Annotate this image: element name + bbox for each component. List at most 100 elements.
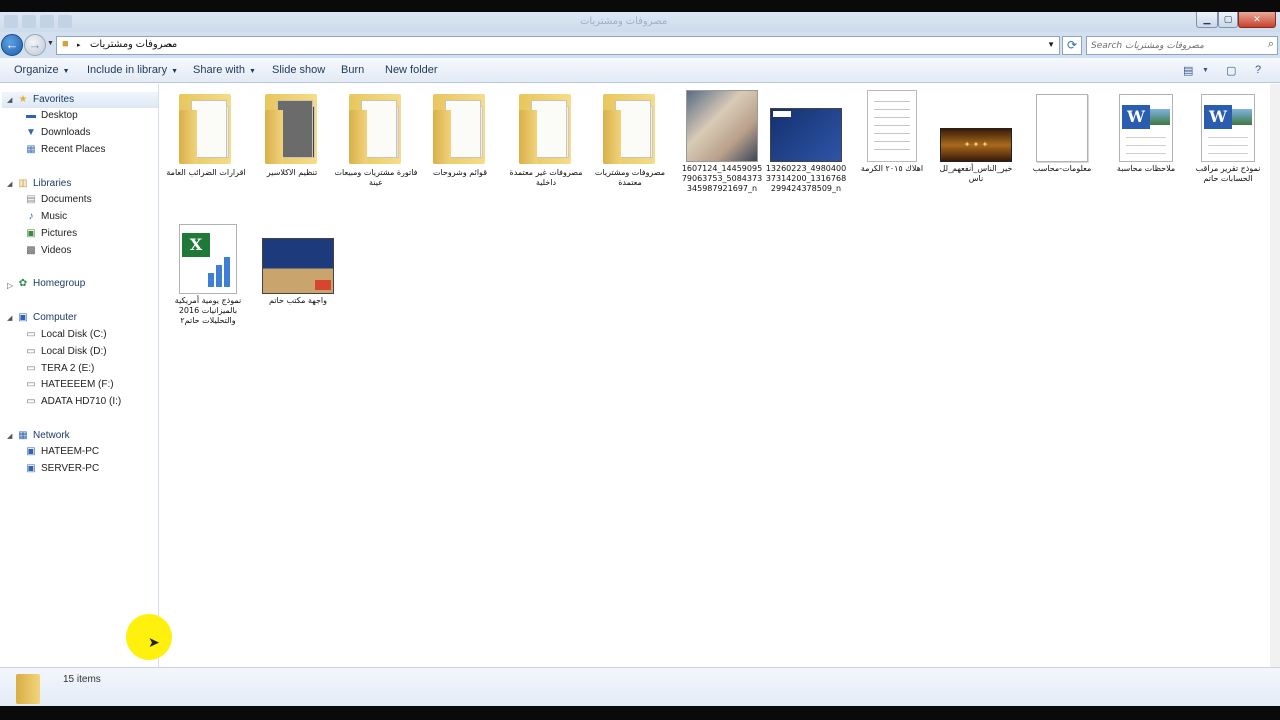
expand-arrow-icon[interactable]: ▷ bbox=[7, 281, 13, 290]
nav-libraries[interactable]: ▥ Libraries bbox=[16, 178, 71, 189]
help-icon[interactable]: ? bbox=[1255, 64, 1261, 76]
word-item[interactable]: W ملاحظات محاسبة bbox=[1104, 90, 1188, 174]
quick-access-icon[interactable] bbox=[22, 15, 36, 28]
item-label: خير_الناس_أنفعهم_لل ناس bbox=[939, 164, 1013, 183]
nav-local-disk-d-label: Local Disk (D:) bbox=[41, 346, 107, 357]
quick-access-icon[interactable] bbox=[40, 15, 54, 28]
photo-thumbnail bbox=[686, 90, 758, 162]
burn-button[interactable]: Burn bbox=[341, 64, 364, 76]
nav-local-disk-d[interactable]: ▭ Local Disk (D:) bbox=[24, 346, 107, 357]
status-bar: 15 items bbox=[0, 667, 1280, 706]
folder-item[interactable]: مصروفات ومشتريات معتمدة bbox=[588, 90, 672, 188]
nav-videos[interactable]: ▩ Videos bbox=[24, 245, 71, 256]
nav-hateeem-f[interactable]: ▭ HATEEEEM (F:) bbox=[24, 379, 114, 390]
breadcrumb-separator-icon[interactable]: ▸ bbox=[77, 41, 81, 49]
nav-favorites-label: Favorites bbox=[33, 94, 75, 105]
nav-downloads[interactable]: ▼ Downloads bbox=[24, 127, 90, 138]
search-icon[interactable]: ⌕ bbox=[1268, 38, 1274, 51]
folder-item[interactable]: مصروفات غير معتمدة داخلية bbox=[504, 90, 588, 188]
nav-server-pc[interactable]: ▣ SERVER-PC bbox=[24, 463, 99, 474]
chevron-down-icon: ▼ bbox=[62, 68, 70, 75]
nav-local-disk-c[interactable]: ▭ Local Disk (C:) bbox=[24, 329, 106, 340]
quick-access-icon[interactable] bbox=[58, 15, 72, 28]
nav-computer-label: Computer bbox=[33, 312, 77, 323]
item-label: نموذج تقرير مراقب الحسابات حاتم bbox=[1195, 164, 1261, 183]
search-box[interactable]: ⌕ bbox=[1086, 36, 1278, 55]
item-label: مصروفات غير معتمدة داخلية bbox=[509, 168, 583, 187]
drive-icon: ▭ bbox=[26, 329, 36, 340]
folder-item[interactable]: تنظيم الاكلاسير bbox=[250, 90, 334, 178]
nav-pictures[interactable]: ▣ Pictures bbox=[24, 228, 77, 239]
refresh-button[interactable]: ⟳ bbox=[1062, 36, 1082, 55]
blank-file-icon bbox=[1036, 94, 1088, 162]
item-label: قوائم وشروحات bbox=[432, 168, 488, 177]
history-dropdown[interactable]: ▼ bbox=[47, 40, 54, 47]
nav-hateem-pc[interactable]: ▣ HATEEM-PC bbox=[24, 446, 99, 457]
view-options-icon[interactable]: ▤ bbox=[1183, 64, 1193, 77]
view-dropdown-icon[interactable]: ▼ bbox=[1202, 67, 1209, 74]
nav-network-label: Network bbox=[33, 430, 70, 441]
item-label: واجهة مكتب حاتم bbox=[269, 296, 327, 305]
address-bar[interactable]: ■ ▸ مصروفات ومشتريات ▸ ▼ bbox=[56, 36, 1060, 55]
folder-item[interactable]: فاتورة مشتريات ومبيعات عينة bbox=[334, 90, 418, 188]
collapse-arrow-icon[interactable]: ◢ bbox=[7, 96, 12, 104]
item-label: تنظيم الاكلاسير bbox=[266, 168, 318, 177]
excel-document-icon: X bbox=[179, 224, 237, 294]
folder-icon bbox=[601, 90, 659, 166]
address-dropdown-icon[interactable]: ▼ bbox=[1047, 40, 1055, 49]
nav-recent-places-label: Recent Places bbox=[41, 144, 106, 155]
share-with-button[interactable]: Share with ▼ bbox=[193, 64, 256, 76]
quick-access-icon[interactable] bbox=[4, 15, 18, 28]
search-input[interactable] bbox=[1091, 39, 1261, 53]
collapse-arrow-icon[interactable]: ◢ bbox=[7, 180, 12, 188]
organize-button[interactable]: Organize ▼ bbox=[14, 64, 70, 76]
excel-item[interactable]: X نموذج يومية أمريكية بالميزانيات 2016 و… bbox=[166, 222, 250, 326]
include-in-library-button[interactable]: Include in library ▼ bbox=[87, 64, 178, 76]
word-item[interactable]: W نموذج تقرير مراقب الحسابات حاتم bbox=[1186, 90, 1270, 184]
slide-show-button[interactable]: Slide show bbox=[272, 64, 325, 76]
vertical-scrollbar[interactable] bbox=[1270, 84, 1280, 667]
image-item[interactable]: واجهة مكتب حاتم bbox=[256, 222, 340, 306]
organize-label: Organize bbox=[14, 64, 59, 76]
back-button[interactable]: ← bbox=[1, 34, 23, 56]
folder-item[interactable]: اقرارات الضرائب العامة bbox=[164, 90, 248, 178]
item-label: فاتورة مشتريات ومبيعات عينة bbox=[334, 168, 418, 187]
nav-music-label: Music bbox=[41, 211, 68, 222]
minimize-button[interactable]: ▁ bbox=[1196, 12, 1218, 28]
folder-item[interactable]: قوائم وشروحات bbox=[418, 90, 502, 178]
breadcrumb-separator-icon[interactable]: ▸ bbox=[169, 41, 173, 49]
image-item[interactable]: ✦ ✦ ✦ خير_الناس_أنفعهم_لل ناس bbox=[934, 90, 1018, 184]
top-black-bar bbox=[0, 0, 1280, 12]
nav-computer[interactable]: ▣ Computer bbox=[16, 312, 77, 323]
nav-desktop[interactable]: ▬ Desktop bbox=[24, 110, 78, 121]
nav-music[interactable]: ♪ Music bbox=[24, 211, 68, 222]
nav-adata-i[interactable]: ▭ ADATA HD710 (I:) bbox=[24, 396, 121, 407]
nav-network[interactable]: ▦ Network bbox=[16, 430, 70, 441]
collapse-arrow-icon[interactable]: ◢ bbox=[7, 314, 12, 322]
document-item[interactable]: اهلاك ٢٠١٥ الكرمة bbox=[850, 90, 934, 174]
collapse-arrow-icon[interactable]: ◢ bbox=[7, 432, 12, 440]
nav-videos-label: Videos bbox=[41, 245, 72, 256]
new-folder-button[interactable]: New folder bbox=[385, 64, 438, 76]
close-button[interactable]: ✕ bbox=[1238, 12, 1276, 28]
network-icon: ▦ bbox=[18, 430, 28, 441]
music-icon: ♪ bbox=[28, 211, 34, 222]
nav-favorites[interactable]: ★ Favorites bbox=[16, 94, 75, 105]
nav-recent-places[interactable]: ▦ Recent Places bbox=[24, 144, 105, 155]
breadcrumb-current[interactable]: مصروفات ومشتريات bbox=[90, 39, 177, 50]
nav-hateeem-f-label: HATEEEEM (F:) bbox=[41, 379, 114, 390]
item-label: اقرارات الضرائب العامة bbox=[166, 168, 246, 177]
nav-documents[interactable]: ▤ Documents bbox=[24, 194, 91, 205]
preview-pane-icon[interactable]: ▢ bbox=[1226, 64, 1236, 77]
nav-homegroup[interactable]: ✿ Homegroup bbox=[16, 278, 85, 289]
nav-tera-e-label: TERA 2 (E:) bbox=[41, 363, 95, 374]
forward-button[interactable]: → bbox=[24, 34, 46, 56]
drive-icon: ▭ bbox=[26, 346, 36, 357]
computer-icon: ▣ bbox=[18, 312, 28, 323]
file-item[interactable]: معلومات-محاسب bbox=[1020, 90, 1104, 174]
photo-item[interactable]: 1607124_1445909579063753_508437334598792… bbox=[680, 90, 764, 194]
maximize-button[interactable]: ▢ bbox=[1218, 12, 1238, 28]
nav-tera-e[interactable]: ▭ TERA 2 (E:) bbox=[24, 363, 94, 374]
item-label: مصروفات ومشتريات معتمدة bbox=[594, 168, 666, 187]
image-item[interactable]: 13260223_498040037314200_131676829942437… bbox=[764, 90, 848, 194]
